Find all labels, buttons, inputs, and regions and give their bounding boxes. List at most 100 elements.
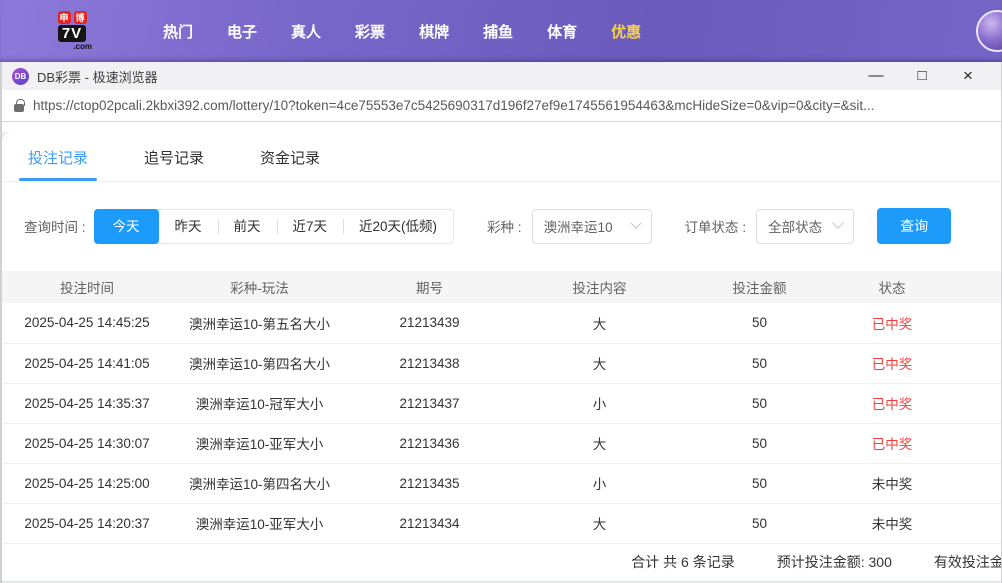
browser-app-icon: DB xyxy=(12,68,29,85)
browser-titlebar: DB DB彩票 - 极速浏览器 — □ × xyxy=(2,62,1001,90)
nav-item[interactable]: 热门 xyxy=(146,21,210,42)
cell-status: 已中奖 xyxy=(832,303,952,343)
cell-bet-time: 2025-04-25 14:35:37 xyxy=(2,383,172,423)
cell-game-play: 澳洲幸运10-亚军大小 xyxy=(172,423,347,463)
col-bet-time: 投注时间 xyxy=(2,271,172,303)
table-row: 2025-04-25 14:20:37 澳洲幸运10-亚军大小 21213434… xyxy=(2,503,1001,543)
order-status-value: 全部状态 xyxy=(768,216,822,236)
chevron-down-icon xyxy=(630,218,641,229)
cell-bet-content: 大 xyxy=(512,423,687,463)
cell-bet-time: 2025-04-25 14:45:25 xyxy=(2,303,172,343)
cell-bet-content: 大 xyxy=(512,503,687,543)
logo-badges: 申 博 xyxy=(58,11,87,24)
table-row: 2025-04-25 14:30:07 澳洲幸运10-亚军大小 21213436… xyxy=(2,423,1001,463)
cell-filler xyxy=(952,463,1001,503)
page-content: 投注记录 追号记录 资金记录 查询时间 : 今天 昨天 前天 xyxy=(2,132,1001,583)
tab[interactable]: 资金记录 xyxy=(256,132,324,181)
nav-item[interactable]: 捕鱼 xyxy=(466,21,530,42)
cell-bet-amount: 50 xyxy=(687,423,832,463)
records-card: 投注记录 追号记录 资金记录 查询时间 : 今天 昨天 前天 xyxy=(2,132,1001,582)
footer-valid-amount: 有效投注金额: 300 xyxy=(934,552,1001,572)
cell-bet-amount: 50 xyxy=(687,503,832,543)
table-row: 2025-04-25 14:45:25 澳洲幸运10-第五名大小 2121343… xyxy=(2,303,1001,343)
cell-bet-amount: 50 xyxy=(687,343,832,383)
table-row: 2025-04-25 14:35:37 澳洲幸运10-冠军大小 21213437… xyxy=(2,383,1001,423)
cell-bet-content: 小 xyxy=(512,383,687,423)
logo-domain: .com xyxy=(73,42,92,51)
nav-item[interactable]: 体育 xyxy=(530,21,594,42)
query-button[interactable]: 查询 xyxy=(877,208,951,244)
cell-bet-amount: 50 xyxy=(687,383,832,423)
cell-issue: 21213439 xyxy=(347,303,512,343)
col-bet-amount: 投注金额 xyxy=(687,271,832,303)
cell-status: 已中奖 xyxy=(832,383,952,423)
time-filter-option[interactable]: 近7天 xyxy=(277,210,344,243)
cell-filler xyxy=(952,343,1001,383)
site-navbar: 申 博 7V .com 热门 电子 真人 彩票 棋牌 捕鱼 体育 优惠 xyxy=(0,0,1002,62)
nav-item[interactable]: 电子 xyxy=(210,21,274,42)
cell-filler xyxy=(952,503,1001,543)
status-filter-label: 订单状态 : xyxy=(685,216,747,236)
cell-filler xyxy=(952,423,1001,463)
filter-bar: 查询时间 : 今天 昨天 前天 近7天 近20天(低频) 彩种 : xyxy=(2,182,1001,244)
cell-bet-time: 2025-04-25 14:20:37 xyxy=(2,503,172,543)
bet-records-table: 投注时间 彩种-玩法 期号 投注内容 投注金额 状态 2025-04-25 14… xyxy=(2,271,1001,544)
time-filter-label: 查询时间 : xyxy=(24,216,86,236)
cell-issue: 21213436 xyxy=(347,423,512,463)
logo-badge-bo: 博 xyxy=(74,11,87,24)
address-bar[interactable]: https://ctop02pcali.2kbxi392.com/lottery… xyxy=(2,90,1001,122)
service-avatar[interactable] xyxy=(976,10,1002,52)
table-header-row: 投注时间 彩种-玩法 期号 投注内容 投注金额 状态 xyxy=(2,271,1001,303)
site-logo[interactable]: 申 博 7V .com xyxy=(52,11,92,51)
time-filter-option[interactable]: 前天 xyxy=(218,210,277,243)
table-row: 2025-04-25 14:41:05 澳洲幸运10-第四名大小 2121343… xyxy=(2,343,1001,383)
cell-game-play: 澳洲幸运10-第四名大小 xyxy=(172,343,347,383)
time-filter-group: 今天 昨天 前天 近7天 近20天(低频) xyxy=(94,209,455,244)
cell-issue: 21213437 xyxy=(347,383,512,423)
col-bet-content: 投注内容 xyxy=(512,271,687,303)
minimize-icon[interactable]: — xyxy=(853,62,899,90)
cell-filler xyxy=(952,383,1001,423)
nav-item[interactable]: 棋牌 xyxy=(402,21,466,42)
browser-window: DB DB彩票 - 极速浏览器 — □ × https://ctop02pcal… xyxy=(0,62,1002,583)
col-filler xyxy=(952,271,1001,303)
cell-issue: 21213438 xyxy=(347,343,512,383)
time-filter-option[interactable]: 近20天(低频) xyxy=(343,210,453,243)
cell-issue: 21213435 xyxy=(347,463,512,503)
footer-total: 合计 共 6 条记录 xyxy=(631,552,734,572)
time-filter-option[interactable]: 今天 xyxy=(94,209,159,244)
cell-status: 未中奖 xyxy=(832,503,952,543)
col-status: 状态 xyxy=(832,271,952,303)
chevron-down-icon xyxy=(832,218,843,229)
tab[interactable]: 追号记录 xyxy=(140,132,208,181)
lottery-select-value: 澳洲幸运10 xyxy=(544,216,613,236)
lock-icon xyxy=(14,104,24,112)
cell-bet-content: 小 xyxy=(512,463,687,503)
cell-bet-time: 2025-04-25 14:25:00 xyxy=(2,463,172,503)
cell-bet-amount: 50 xyxy=(687,463,832,503)
cell-game-play: 澳洲幸运10-第五名大小 xyxy=(172,303,347,343)
cell-status: 已中奖 xyxy=(832,423,952,463)
maximize-icon[interactable]: □ xyxy=(899,62,945,90)
time-filter-option[interactable]: 昨天 xyxy=(159,210,218,243)
nav-item[interactable]: 彩票 xyxy=(338,21,402,42)
close-icon[interactable]: × xyxy=(945,62,991,90)
lottery-select[interactable]: 澳洲幸运10 xyxy=(532,209,652,244)
url-text[interactable]: https://ctop02pcali.2kbxi392.com/lottery… xyxy=(33,98,874,113)
col-game-play: 彩种-玩法 xyxy=(172,271,347,303)
cell-status: 已中奖 xyxy=(832,343,952,383)
cell-game-play: 澳洲幸运10-第四名大小 xyxy=(172,463,347,503)
cell-bet-time: 2025-04-25 14:41:05 xyxy=(2,343,172,383)
tab[interactable]: 投注记录 xyxy=(24,132,92,181)
nav-menu: 热门 电子 真人 彩票 棋牌 捕鱼 体育 优惠 xyxy=(146,21,658,42)
nav-item[interactable]: 优惠 xyxy=(594,21,658,42)
cell-bet-amount: 50 xyxy=(687,303,832,343)
order-status-select[interactable]: 全部状态 xyxy=(756,209,854,244)
table-row: 2025-04-25 14:25:00 澳洲幸运10-第四名大小 2121343… xyxy=(2,463,1001,503)
record-tabs: 投注记录 追号记录 资金记录 xyxy=(2,132,1001,182)
window-controls: — □ × xyxy=(853,62,991,90)
cell-bet-content: 大 xyxy=(512,303,687,343)
nav-item[interactable]: 真人 xyxy=(274,21,338,42)
cell-bet-time: 2025-04-25 14:30:07 xyxy=(2,423,172,463)
window-title: DB彩票 - 极速浏览器 xyxy=(37,67,158,86)
